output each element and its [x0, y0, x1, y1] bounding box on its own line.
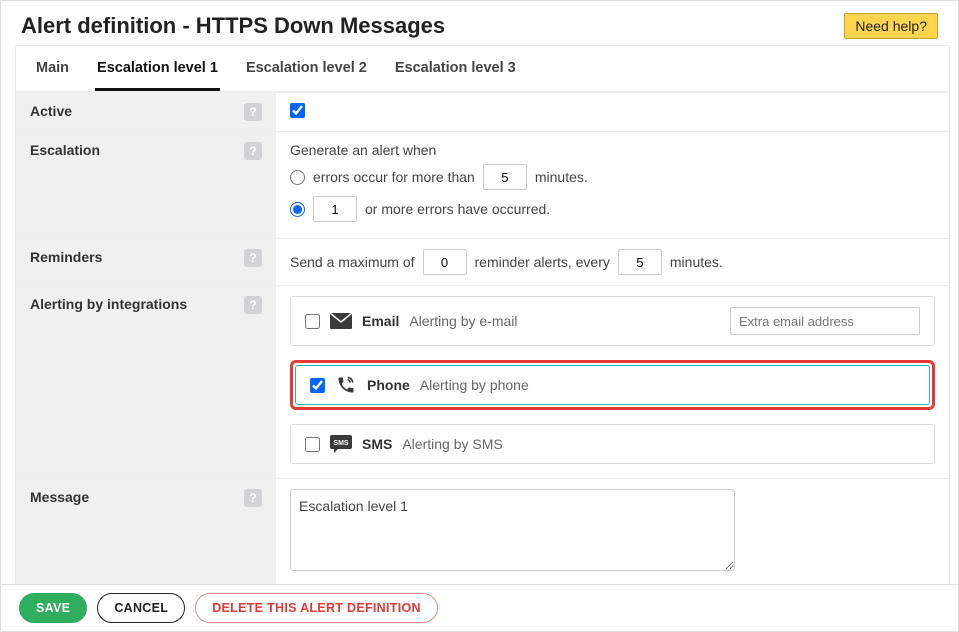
row-content-message — [276, 479, 949, 584]
escalation-opt1-pre: errors occur for more than — [313, 169, 475, 185]
integration-sms-checkbox[interactable] — [305, 437, 320, 452]
row-label-reminders: Reminders ? — [16, 239, 276, 285]
help-icon[interactable]: ? — [244, 296, 262, 314]
escalation-opt1-post: minutes. — [535, 169, 588, 185]
integration-phone-desc: Alerting by phone — [420, 377, 529, 393]
page-root: Alert definition - HTTPS Down Messages N… — [0, 0, 959, 632]
reminders-every-input[interactable] — [618, 249, 662, 275]
help-icon[interactable]: ? — [244, 103, 262, 121]
sms-icon: SMS — [330, 435, 352, 453]
integration-sms[interactable]: SMS SMS Alerting by SMS — [290, 424, 935, 464]
cancel-button[interactable]: CANCEL — [97, 593, 185, 623]
escalation-option-count: or more errors have occurred. — [290, 196, 935, 222]
row-message: Message ? — [16, 478, 949, 584]
integration-email-checkbox[interactable] — [305, 314, 320, 329]
integration-email[interactable]: Email Alerting by e-mail — [290, 296, 935, 346]
phone-icon — [335, 376, 357, 394]
escalation-option-duration: errors occur for more than minutes. — [290, 164, 935, 190]
reminders-line: Send a maximum of reminder alerts, every… — [290, 249, 935, 275]
help-icon[interactable]: ? — [244, 489, 262, 507]
integration-email-desc: Alerting by e-mail — [409, 313, 517, 329]
integration-sms-desc: Alerting by SMS — [402, 436, 502, 452]
row-content-reminders: Send a maximum of reminder alerts, every… — [276, 239, 949, 285]
integration-phone-checkbox[interactable] — [310, 378, 325, 393]
integration-phone[interactable]: Phone Alerting by phone — [295, 365, 930, 405]
escalation-radio-count[interactable] — [290, 202, 305, 217]
row-label-active: Active ? — [16, 93, 276, 131]
scroll-area[interactable]: Main Escalation level 1 Escalation level… — [15, 45, 950, 584]
footer-bar: SAVE CANCEL DELETE THIS ALERT DEFINITION — [1, 584, 958, 631]
delete-button[interactable]: DELETE THIS ALERT DEFINITION — [195, 593, 438, 623]
integration-email-name: Email — [362, 313, 399, 329]
label-text-active: Active — [30, 103, 72, 119]
escalation-intro: Generate an alert when — [290, 142, 935, 158]
label-text-reminders: Reminders — [30, 249, 102, 265]
tab-main[interactable]: Main — [34, 46, 71, 91]
reminders-max-input[interactable] — [423, 249, 467, 275]
tab-escalation-1[interactable]: Escalation level 1 — [95, 46, 220, 91]
reminders-pre: Send a maximum of — [290, 254, 415, 270]
tab-escalation-3[interactable]: Escalation level 3 — [393, 46, 518, 91]
integration-phone-name: Phone — [367, 377, 410, 393]
page-header: Alert definition - HTTPS Down Messages N… — [1, 1, 958, 45]
row-content-escalation: Generate an alert when errors occur for … — [276, 132, 949, 238]
row-escalation: Escalation ? Generate an alert when erro… — [16, 131, 949, 238]
escalation-duration-input[interactable] — [483, 164, 527, 190]
tabs-bar: Main Escalation level 1 Escalation level… — [16, 46, 949, 92]
row-reminders: Reminders ? Send a maximum of reminder a… — [16, 238, 949, 285]
email-icon — [330, 312, 352, 330]
integration-sms-name: SMS — [362, 436, 392, 452]
escalation-count-input[interactable] — [313, 196, 357, 222]
extra-email-input[interactable] — [730, 307, 920, 335]
integration-phone-highlight: Phone Alerting by phone — [290, 360, 935, 410]
tab-escalation-2[interactable]: Escalation level 2 — [244, 46, 369, 91]
need-help-button[interactable]: Need help? — [844, 13, 938, 39]
message-textarea[interactable] — [290, 489, 735, 571]
active-checkbox[interactable] — [290, 103, 305, 118]
label-text-message: Message — [30, 489, 89, 505]
row-label-escalation: Escalation ? — [16, 132, 276, 238]
row-label-message: Message ? — [16, 479, 276, 584]
escalation-radio-duration[interactable] — [290, 170, 305, 185]
row-content-integrations: Email Alerting by e-mail Phone Alerting … — [276, 286, 949, 478]
escalation-opt2-post: or more errors have occurred. — [365, 201, 550, 217]
help-icon[interactable]: ? — [244, 142, 262, 160]
svg-text:SMS: SMS — [333, 440, 349, 447]
help-icon[interactable]: ? — [244, 249, 262, 267]
row-active: Active ? — [16, 92, 949, 131]
row-label-integrations: Alerting by integrations ? — [16, 286, 276, 478]
label-text-escalation: Escalation — [30, 142, 100, 158]
form-card: Main Escalation level 1 Escalation level… — [15, 45, 950, 584]
reminders-post: minutes. — [670, 254, 723, 270]
save-button[interactable]: SAVE — [19, 593, 87, 623]
page-title: Alert definition - HTTPS Down Messages — [21, 13, 445, 39]
row-integrations: Alerting by integrations ? Email Alertin… — [16, 285, 949, 478]
label-text-integrations: Alerting by integrations — [30, 296, 187, 312]
reminders-mid: reminder alerts, every — [475, 254, 610, 270]
row-content-active — [276, 93, 949, 131]
